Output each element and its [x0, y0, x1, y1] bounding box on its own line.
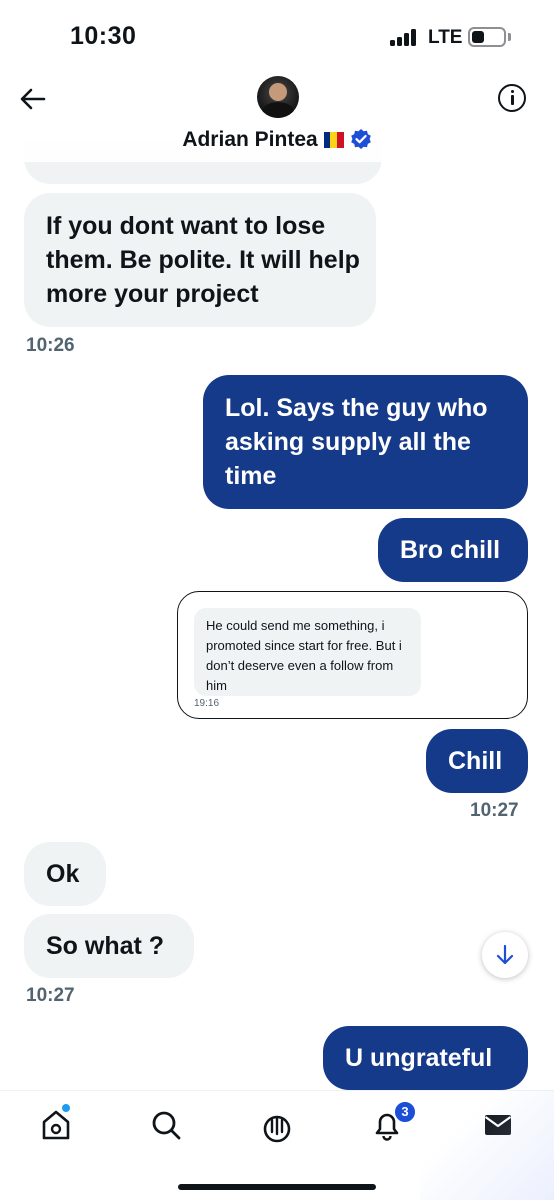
message-bubble-received[interactable]: Ok: [24, 842, 106, 906]
message-bubble-sent[interactable]: Bro chill: [378, 518, 528, 582]
search-icon[interactable]: [146, 1105, 186, 1145]
verified-badge-icon: [350, 129, 371, 149]
message-timestamp: 10:26: [26, 335, 75, 356]
conversation-header: Adrian Pintea: [0, 70, 554, 162]
image-message[interactable]: He could send me something, i promoted s…: [177, 591, 528, 719]
romania-flag-icon: [323, 130, 344, 148]
spaces-icon[interactable]: [257, 1105, 297, 1145]
home-unread-dot: [62, 1104, 70, 1112]
battery-icon: [468, 27, 506, 47]
message-bubble-sent[interactable]: Lol. Says the guy who asking supply all …: [203, 375, 528, 509]
info-icon[interactable]: [498, 84, 526, 112]
message-bubble-sent[interactable]: U ungrateful: [323, 1026, 528, 1090]
messages-icon[interactable]: [478, 1105, 518, 1145]
message-timestamp: 10:27: [470, 800, 519, 821]
message-timestamp: 10:27: [26, 985, 75, 1006]
message-bubble-sent[interactable]: Chill: [426, 729, 528, 793]
home-icon[interactable]: [36, 1105, 76, 1145]
arrow-down-icon: [496, 944, 514, 965]
message-bubble-received[interactable]: If you dont want to lose them. Be polite…: [24, 193, 376, 327]
status-time: 10:30: [70, 22, 137, 50]
signal-icon: [390, 28, 424, 46]
contact-name-row[interactable]: Adrian Pintea: [0, 128, 554, 152]
embedded-message-time: 19:16: [194, 698, 220, 709]
status-bar: 10:30 LTE: [0, 0, 554, 70]
message-bubble-received[interactable]: So what ?: [24, 914, 194, 978]
network-label: LTE: [428, 27, 463, 48]
contact-name: Adrian Pintea: [182, 128, 318, 151]
embedded-message-text: He could send me something, i promoted s…: [194, 608, 421, 696]
scroll-to-bottom-button[interactable]: [482, 932, 528, 978]
home-indicator[interactable]: [178, 1184, 376, 1190]
battery-tip: [508, 33, 511, 41]
back-arrow-icon[interactable]: [20, 88, 46, 110]
contact-avatar[interactable]: [257, 76, 299, 118]
notification-count-badge: 3: [394, 1101, 416, 1123]
